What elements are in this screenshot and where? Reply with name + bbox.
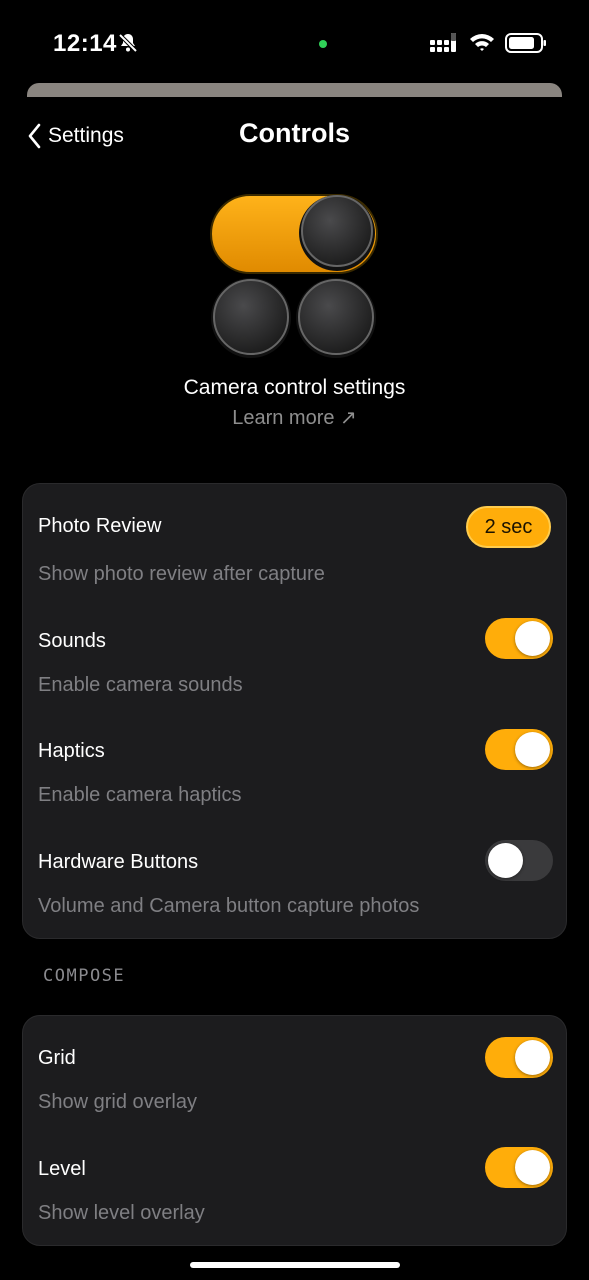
toggle-knob [515, 1150, 550, 1185]
camera-in-use-indicator [319, 40, 327, 48]
row-subtitle: Volume and Camera button capture photos [38, 895, 420, 917]
cellular-signal-icon [430, 33, 456, 52]
photo-review-duration-button[interactable]: 2 sec [466, 506, 551, 548]
sheet-grabber [27, 83, 562, 97]
grid-toggle[interactable] [485, 1037, 553, 1078]
toggle-knob [488, 843, 523, 878]
toggle-knob [515, 1040, 550, 1075]
status-bar: 12:14 [0, 0, 589, 80]
learn-more-link[interactable]: Learn more ↗ [0, 405, 589, 430]
page-title: Controls [239, 118, 350, 148]
row-title: Photo Review [38, 515, 162, 537]
toggle-knob [515, 621, 550, 656]
row-title: Grid [38, 1047, 76, 1069]
row-title: Sounds [38, 630, 106, 652]
row-subtitle: Show photo review after capture [38, 563, 325, 585]
sounds-toggle[interactable] [485, 618, 553, 659]
battery-icon [505, 33, 546, 53]
section-label-compose: COMPOSE [43, 966, 126, 986]
bell-slash-icon [118, 33, 138, 53]
settings-card-general: Photo Review 2 sec Show photo review aft… [22, 483, 567, 939]
row-title: Level [38, 1158, 86, 1180]
home-indicator[interactable] [190, 1262, 400, 1268]
level-toggle[interactable] [485, 1147, 553, 1188]
row-subtitle: Enable camera sounds [38, 674, 243, 696]
camera-controls-illustration [210, 194, 378, 358]
toggle-knob [515, 732, 550, 767]
row-title: Haptics [38, 740, 105, 762]
hardware-buttons-toggle[interactable] [485, 840, 553, 881]
row-subtitle: Show level overlay [38, 1202, 205, 1224]
hero-caption: Camera control settings [183, 376, 406, 399]
wifi-icon [470, 34, 494, 51]
row-title: Hardware Buttons [38, 851, 199, 873]
status-time: 12:14 [53, 30, 117, 57]
row-subtitle: Enable camera haptics [38, 784, 242, 806]
row-subtitle: Show grid overlay [38, 1091, 197, 1113]
haptics-toggle[interactable] [485, 729, 553, 770]
settings-card-compose: Grid Show grid overlay Level Show level … [22, 1015, 567, 1246]
